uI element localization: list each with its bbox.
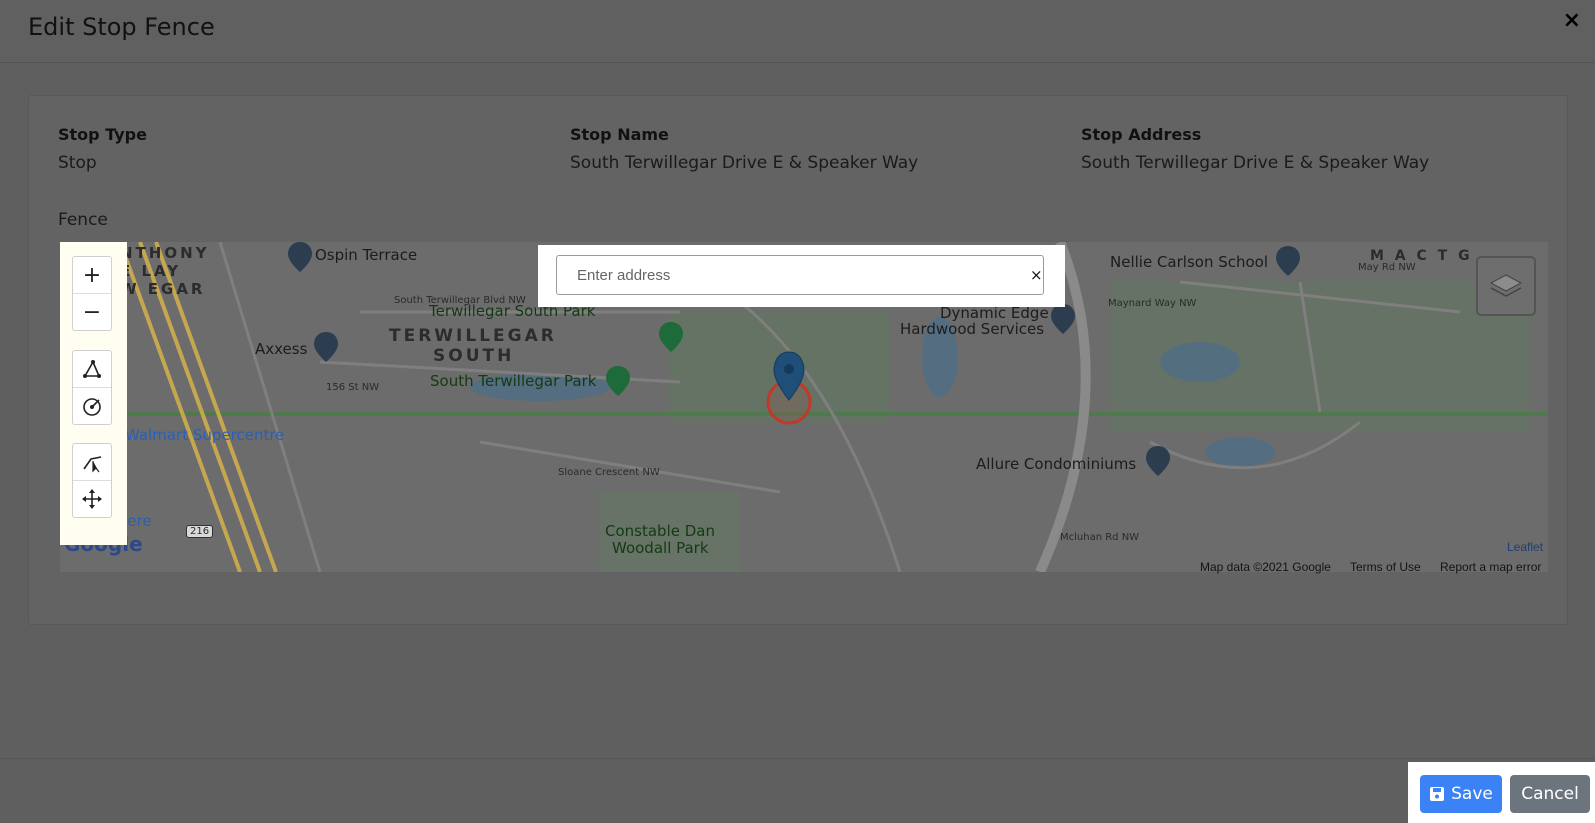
stop-name-label: Stop Name	[570, 125, 669, 144]
map-label-allure: Allure Condominiums	[976, 455, 1137, 473]
terms-of-use-link[interactable]: Terms of Use	[1350, 560, 1421, 574]
map-label-anthony-1: NTHONY	[120, 244, 210, 262]
draw-circle-icon	[83, 398, 101, 416]
edit-vertices-icon	[83, 456, 102, 473]
leaflet-attribution-link[interactable]: Leaflet	[1507, 540, 1543, 554]
map-label-nellie-carlson: Nellie Carlson School	[1110, 253, 1269, 271]
map-label-road-south-terwillegar-blvd: South Terwillegar Blvd NW	[394, 295, 526, 306]
map-label-axxess: Axxess	[255, 340, 308, 358]
zoom-control: + −	[72, 256, 112, 331]
map-label-constable-dan: Constable Dan	[605, 522, 715, 540]
map-label-road-sloane: Sloane Crescent NW	[558, 467, 660, 478]
edit-vertices-button[interactable]	[73, 444, 111, 481]
dialog-header: Edit Stop Fence ×	[0, 0, 1595, 63]
map-label-woodall-park: Woodall Park	[612, 539, 709, 557]
fence-label: Fence	[58, 210, 108, 230]
map-data-attribution: Map data ©2021 Google	[1200, 560, 1331, 574]
move-button[interactable]	[73, 481, 111, 517]
cancel-button-label: Cancel	[1521, 784, 1579, 804]
edit-toolbar	[72, 443, 112, 518]
map-label-ospin-terrace: Ospin Terrace	[315, 246, 418, 264]
stop-name-field: Stop Name South Terwillegar Drive E & Sp…	[570, 125, 918, 173]
map-label-corner-top-right: M A C T G	[1370, 248, 1473, 264]
stop-type-label: Stop Type	[58, 125, 147, 144]
map-label-terwillegar-area: TERWILLEGAR	[389, 326, 557, 346]
zoom-out-button[interactable]: −	[73, 294, 111, 330]
save-button-label: Save	[1451, 784, 1493, 804]
save-button[interactable]: Save	[1420, 775, 1502, 813]
map-label-road-mcluhan: Mcluhan Rd NW	[1060, 532, 1140, 543]
map-label-south-terwillegar-park: South Terwillegar Park	[430, 372, 597, 390]
stop-type-field: Stop Type Stop	[58, 125, 147, 173]
map-label-anthony-2: E LAY	[120, 262, 182, 280]
map-label-anthony-3: W EGAR	[120, 280, 206, 298]
stop-address-label: Stop Address	[1081, 125, 1202, 144]
draw-toolbar	[72, 350, 112, 425]
map-label-walmart: Walmart Supercentre	[125, 426, 285, 444]
move-icon	[82, 489, 102, 509]
stop-address-field: Stop Address South Terwillegar Drive E &…	[1081, 125, 1429, 173]
pond	[1205, 437, 1275, 467]
stop-name-value: South Terwillegar Drive E & Speaker Way	[570, 153, 919, 173]
report-map-error-link[interactable]: Report a map error	[1440, 560, 1541, 574]
stop-address-value: South Terwillegar Drive E & Speaker Way	[1081, 153, 1430, 173]
map-label-road-156: 156 St NW	[326, 382, 380, 393]
map-label-hardwood-services: Hardwood Services	[900, 320, 1045, 338]
draw-polygon-button[interactable]	[73, 351, 111, 388]
map-label-hwy-216: 216	[186, 525, 214, 538]
draw-polygon-icon	[83, 360, 101, 378]
pond	[1160, 342, 1240, 382]
dialog-title: Edit Stop Fence	[28, 13, 215, 41]
cancel-button[interactable]: Cancel	[1510, 775, 1590, 813]
close-icon[interactable]: ×	[1563, 8, 1581, 33]
layers-icon	[1489, 274, 1523, 297]
zoom-in-button[interactable]: +	[73, 257, 111, 294]
footer-divider	[0, 758, 1595, 759]
address-search-input[interactable]	[556, 255, 1044, 295]
map-label-road-maynard: Maynard Way NW	[1108, 298, 1197, 309]
layers-button[interactable]	[1476, 256, 1536, 316]
clear-search-icon[interactable]: ×	[1030, 266, 1043, 284]
draw-circle-button[interactable]	[73, 388, 111, 424]
map-label-south-area: SOUTH	[433, 346, 515, 366]
save-icon	[1430, 787, 1445, 801]
stop-type-value: Stop	[58, 153, 97, 173]
